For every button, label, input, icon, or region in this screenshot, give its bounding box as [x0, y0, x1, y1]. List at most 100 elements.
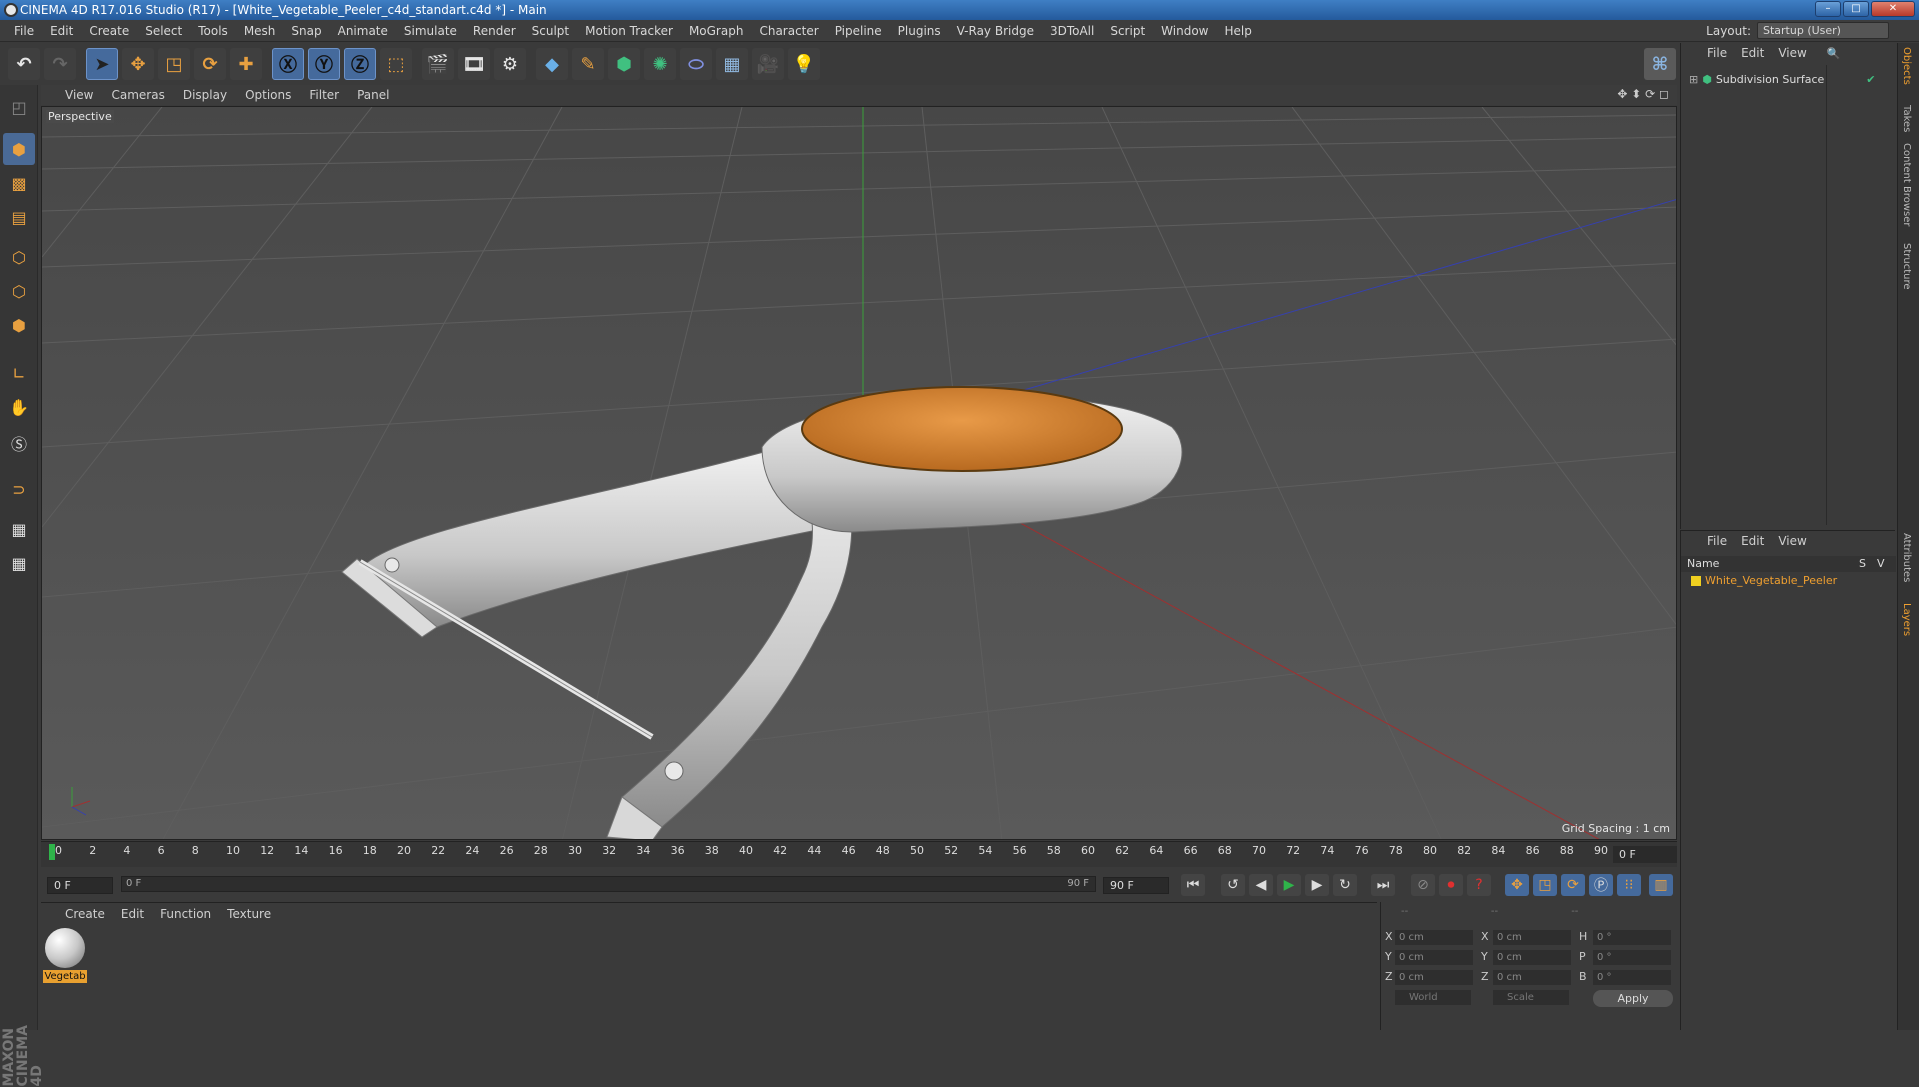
axis-mode-icon[interactable]: ∟ — [3, 357, 35, 389]
workplane-lock-icon[interactable]: ▦ — [3, 513, 35, 545]
floor-scene-icon[interactable]: ▦ — [716, 48, 748, 80]
viewport-nav-icons[interactable]: ✥ ⬍ ⟳ ◻ — [1617, 87, 1669, 101]
tab-content-browser[interactable]: Content Browser — [1901, 143, 1912, 226]
camera-icon[interactable]: 🎥 — [752, 48, 784, 80]
menu-window[interactable]: Window — [1153, 24, 1216, 38]
material-menu-function[interactable]: Function — [160, 907, 211, 921]
goto-start-icon[interactable]: ⏮ — [1181, 874, 1205, 896]
key-pla-icon[interactable]: ⁝⁝ — [1617, 874, 1641, 896]
texture-mode-icon[interactable]: ▩ — [3, 167, 35, 199]
menu-select[interactable]: Select — [137, 24, 190, 38]
minimize-button[interactable]: – — [1815, 1, 1841, 17]
rot-b-field[interactable]: 0 ° — [1593, 970, 1671, 985]
redo-icon[interactable]: ↷ — [44, 48, 76, 80]
tab-takes[interactable]: Takes — [1901, 105, 1912, 132]
snap-icon[interactable]: Ⓢ — [3, 427, 35, 459]
points-mode-icon[interactable]: ⬡ — [3, 241, 35, 273]
live-selection-icon[interactable]: ✚ — [230, 48, 262, 80]
prev-key-icon[interactable]: ↺ — [1221, 874, 1245, 896]
select-arrow-icon[interactable]: ➤ — [86, 48, 118, 80]
keyframe-selection-icon[interactable]: ? — [1467, 874, 1491, 896]
render-picture-viewer-icon[interactable]: 🎞 — [458, 48, 490, 80]
viewport-menu-panel[interactable]: Panel — [357, 88, 389, 102]
scale-tool-icon[interactable]: ◳ — [158, 48, 190, 80]
x-axis-lock-icon[interactable]: Ⓧ — [272, 48, 304, 80]
viewport-menu-display[interactable]: Display — [183, 88, 227, 102]
layout-dropdown[interactable]: Startup (User) — [1757, 22, 1889, 39]
render-view-icon[interactable]: 🎬 — [422, 48, 454, 80]
object-menu-edit[interactable]: Edit — [1741, 46, 1764, 60]
size-x-field[interactable]: 0 cm — [1493, 930, 1571, 945]
apply-button[interactable]: Apply — [1593, 990, 1673, 1007]
tab-objects[interactable]: Objects — [1901, 47, 1912, 85]
rotate-tool-icon[interactable]: ⟳ — [194, 48, 226, 80]
move-tool-icon[interactable]: ✥ — [122, 48, 154, 80]
material-menu-create[interactable]: Create — [65, 907, 105, 921]
menu-vray-bridge[interactable]: V-Ray Bridge — [949, 24, 1042, 38]
mograph-cloner-icon[interactable]: ✺ — [644, 48, 676, 80]
menu-help[interactable]: Help — [1216, 24, 1259, 38]
tweak-mode-icon[interactable]: ✋ — [3, 391, 35, 423]
menu-3dtoall[interactable]: 3DToAll — [1042, 24, 1102, 38]
pos-x-field[interactable]: 0 cm — [1395, 930, 1473, 945]
timeline-ruler[interactable]: 0 2 4 6 8 10 12 14 16 18 20 22 24 26 28 30 32 34 36 38 40 42 4… — [41, 841, 1677, 867]
expand-icon[interactable]: ⊞ — [1689, 73, 1698, 86]
pos-y-field[interactable]: 0 cm — [1395, 950, 1473, 965]
deformer-icon[interactable]: ⬭ — [680, 48, 712, 80]
undo-icon[interactable]: ↶ — [8, 48, 40, 80]
key-scale-icon[interactable]: ◳ — [1533, 874, 1557, 896]
menu-create[interactable]: Create — [81, 24, 137, 38]
goto-end-icon[interactable]: ⏭ — [1371, 874, 1395, 896]
menu-mesh[interactable]: Mesh — [236, 24, 284, 38]
tab-structure[interactable]: Structure — [1901, 243, 1912, 290]
rot-h-field[interactable]: 0 ° — [1593, 930, 1671, 945]
menu-simulate[interactable]: Simulate — [396, 24, 465, 38]
coord-mode-dropdown[interactable]: World — [1395, 990, 1471, 1005]
menu-snap[interactable]: Snap — [283, 24, 329, 38]
current-frame-field[interactable]: 0 F — [1613, 846, 1677, 863]
object-row-subdivision[interactable]: ⊞ ⬢ Subdivision Surface ✔ — [1689, 73, 1875, 86]
menu-sculpt[interactable]: Sculpt — [524, 24, 577, 38]
key-position-icon[interactable]: ✥ — [1505, 874, 1529, 896]
viewport-menu-filter[interactable]: Filter — [309, 88, 339, 102]
perspective-viewport[interactable]: Perspective Grid Spacing : 1 cm — [41, 106, 1677, 840]
play-icon[interactable]: ▶ — [1277, 874, 1301, 896]
material-menu-texture[interactable]: Texture — [227, 907, 271, 921]
close-button[interactable]: ✕ — [1871, 1, 1915, 17]
subdivision-generator-icon[interactable]: ⬢ — [608, 48, 640, 80]
size-z-field[interactable]: 0 cm — [1493, 970, 1571, 985]
menu-plugins[interactable]: Plugins — [890, 24, 949, 38]
menu-render[interactable]: Render — [465, 24, 524, 38]
menu-mograph[interactable]: MoGraph — [681, 24, 752, 38]
menu-pipeline[interactable]: Pipeline — [827, 24, 890, 38]
key-rotation-icon[interactable]: ⟳ — [1561, 874, 1585, 896]
menu-tools[interactable]: Tools — [190, 24, 236, 38]
maximize-button[interactable]: □ — [1843, 1, 1869, 17]
tab-layers[interactable]: Layers — [1901, 603, 1912, 636]
frame-range-slider[interactable]: 0 F 90 F — [121, 876, 1096, 892]
viewport-menu-options[interactable]: Options — [245, 88, 291, 102]
python-script-icon[interactable]: ⌘ — [1644, 48, 1676, 80]
workplane-align-icon[interactable]: ▦ — [3, 547, 35, 579]
pos-z-field[interactable]: 0 cm — [1395, 970, 1473, 985]
next-frame-icon[interactable]: ▶ — [1305, 874, 1329, 896]
workplane-mode-icon[interactable]: ▤ — [3, 201, 35, 233]
edges-mode-icon[interactable]: ⬡ — [3, 275, 35, 307]
object-menu-view[interactable]: View — [1778, 46, 1806, 60]
menu-edit[interactable]: Edit — [42, 24, 81, 38]
record-keys-icon[interactable]: ⊘ — [1411, 874, 1435, 896]
layer-menu-view[interactable]: View — [1778, 534, 1806, 548]
menu-script[interactable]: Script — [1102, 24, 1153, 38]
size-y-field[interactable]: 0 cm — [1493, 950, 1571, 965]
end-frame-field[interactable]: 90 F — [1103, 877, 1169, 894]
coordinate-system-icon[interactable]: ⬚ — [380, 48, 412, 80]
viewport-menu-cameras[interactable]: Cameras — [111, 88, 164, 102]
cube-primitive-icon[interactable]: ◆ — [536, 48, 568, 80]
model-mode-icon[interactable]: ⬢ — [3, 133, 35, 165]
layer-row[interactable]: White_Vegetable_Peeler — [1691, 574, 1837, 587]
start-frame-field[interactable]: 0 F — [47, 877, 113, 894]
polygons-mode-icon[interactable]: ⬢ — [3, 309, 35, 341]
prev-frame-icon[interactable]: ◀ — [1249, 874, 1273, 896]
make-editable-icon[interactable]: ◰ — [3, 91, 35, 123]
object-check-icon[interactable]: ✔ — [1866, 73, 1875, 86]
